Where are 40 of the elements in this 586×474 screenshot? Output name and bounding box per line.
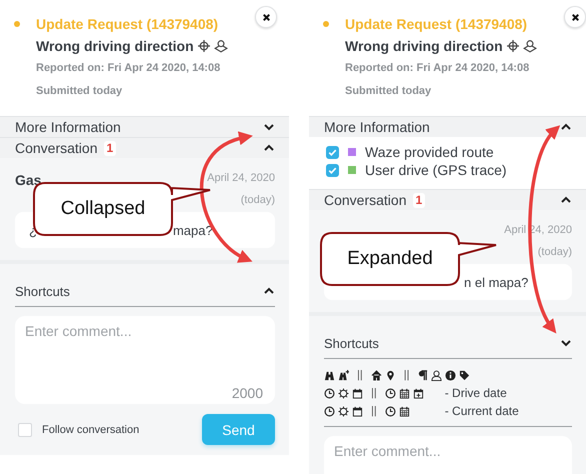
message-text: ¿ [29,222,37,238]
separator: || [371,405,377,417]
section-title: Conversation [324,192,406,208]
message-relative-date: (today) [538,246,572,258]
message-text: n el mapa? [464,274,528,290]
count-badge: 1 [104,140,116,156]
message-text: mapa? [172,222,213,238]
layer-label: User drive (GPS trace) [365,162,507,178]
count-badge: 1 [412,192,426,208]
section-header[interactable]: Conversation 1 [0,137,289,158]
request-title: Update Request (14379408) [345,15,528,33]
separator: || [404,369,410,381]
checkbox-label: Follow conversation [42,424,140,436]
submitted-status: Submitted today [345,84,432,98]
separator: || [371,387,377,399]
character-counter: 2000 [232,385,263,401]
section-title: Shortcuts [15,284,70,298]
section-header[interactable]: More Information [309,116,586,137]
request-title: Update Request (14379408) [36,15,218,33]
message-date: April 24, 2020 [207,172,275,184]
request-subtitle: Wrong driving direction [345,37,503,55]
message-relative-date: (today) [240,194,275,206]
shortcut-label: - Current date [444,404,519,418]
section-title: Conversation [15,140,98,156]
section-header[interactable]: More Information [0,116,289,137]
section-header[interactable]: Shortcuts [324,330,572,359]
section-header[interactable]: Shortcuts [15,278,275,307]
shortcut-label: - Drive date [444,386,507,400]
separator: || [357,369,363,381]
section-title: More Information [15,119,121,135]
reported-date: Reported on: Fri Apr 24 2020, 14:08 [36,61,220,75]
section-header[interactable]: Conversation 1 [309,189,586,210]
layer-label: Waze provided route [365,144,494,160]
comment-field[interactable]: Enter comment... [324,436,572,474]
submitted-status: Submitted today [36,84,122,98]
section-title: More Information [324,119,430,135]
message-author: Gas [15,172,42,188]
section-title: Shortcuts [324,336,379,350]
request-subtitle: Wrong driving direction [36,37,194,55]
reported-date: Reported on: Fri Apr 24 2020, 14:08 [345,61,530,75]
